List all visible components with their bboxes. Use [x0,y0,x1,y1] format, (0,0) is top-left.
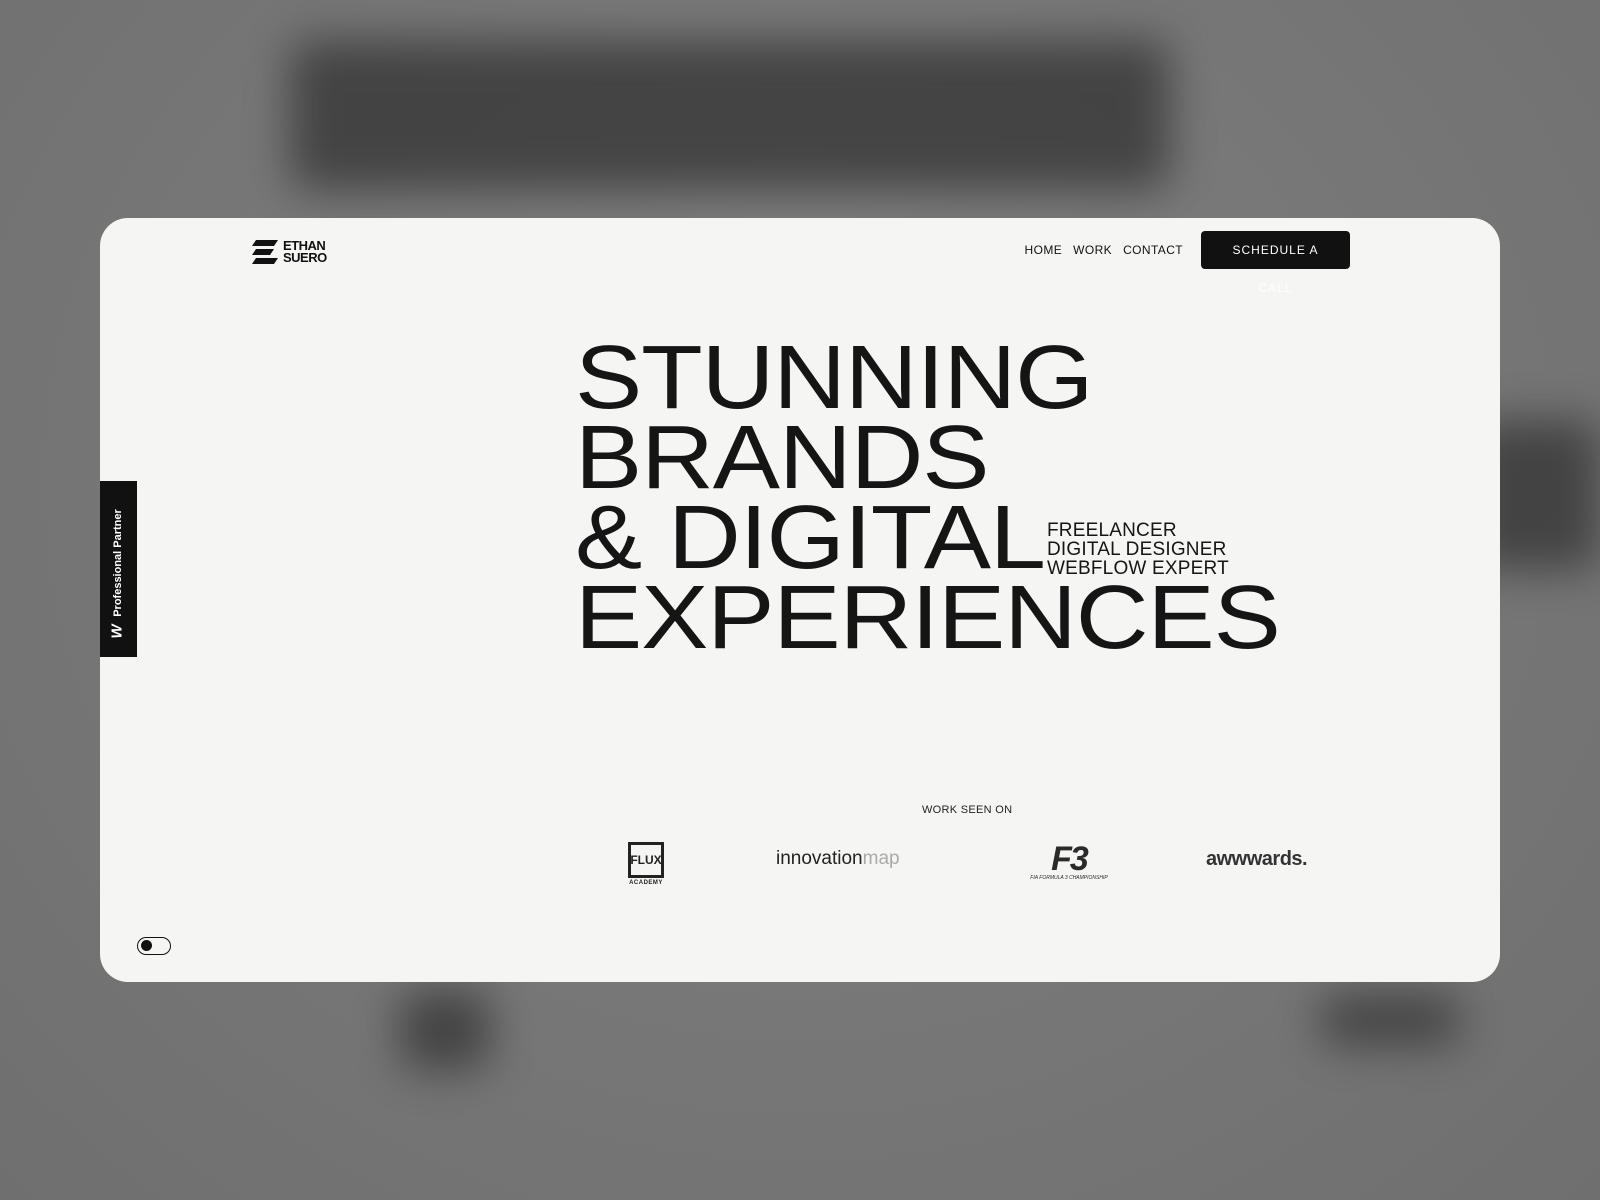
badge-label: Professional Partner [112,509,124,617]
role-list: FREELANCER DIGITAL DESIGNER WEBFLOW EXPE… [1047,521,1229,578]
main-nav: HOME WORK CONTACT SCHEDULE A CALL [1014,231,1350,295]
flux-academy-logo: FLUX ACADEMY [626,840,666,888]
nav-work[interactable]: WORK [1073,243,1112,257]
toggle-knob [141,940,152,951]
role-item: DIGITAL DESIGNER [1047,539,1227,560]
logo-mark-icon [252,240,278,264]
logo-text: ETHAN SUERO [283,239,327,265]
logo-line-2: SUERO [283,250,327,265]
flux-sub: ACADEMY [629,880,663,886]
hero-line-1: STUNNING [575,328,1094,428]
client-logos: FLUX ACADEMY innovation map F3 FIA FORMUL… [100,840,1500,896]
flux-mark: FLUX [628,842,664,878]
webflow-icon: W [108,624,126,639]
role-item: WEBFLOW EXPERT [1047,558,1229,579]
innovation-text: innovation [776,848,863,869]
hero-line-4: EXPERIENCES [575,568,1281,668]
schedule-call-button[interactable]: SCHEDULE A CALL [1201,231,1350,295]
hero-headline: STUNNING BRANDS & DIGITAL EXPERIENCES [575,333,1281,663]
site-logo[interactable]: ETHAN SUERO [252,239,327,265]
nav-contact[interactable]: CONTACT [1123,243,1183,257]
f3-sub: FIA FORMULA 3 CHAMPIONSHIP [1030,875,1108,881]
innovation-map-logo: innovation map [776,848,900,870]
hero-line-2: BRANDS [575,408,989,508]
role-item: FREELANCER [1047,520,1177,541]
backdrop-blur-shape [400,990,490,1070]
f3-logo: F3 FIA FORMULA 3 CHAMPIONSHIP [1028,840,1110,884]
map-text: map [862,848,900,869]
backdrop-blur-shape [1320,995,1460,1045]
website-card: ETHAN SUERO HOME WORK CONTACT SCHEDULE A… [100,218,1500,982]
backdrop-blur-shape [290,40,1170,190]
badge-inner: Professional Partner W [100,481,137,657]
awwwards-logo: awwwards. [1206,848,1308,870]
f3-mark: F3 [1051,840,1089,878]
theme-toggle[interactable] [137,937,171,955]
webflow-partner-badge[interactable]: Professional Partner W [100,481,137,657]
work-seen-on-label: WORK SEEN ON [922,804,1013,816]
nav-home[interactable]: HOME [1025,243,1063,257]
